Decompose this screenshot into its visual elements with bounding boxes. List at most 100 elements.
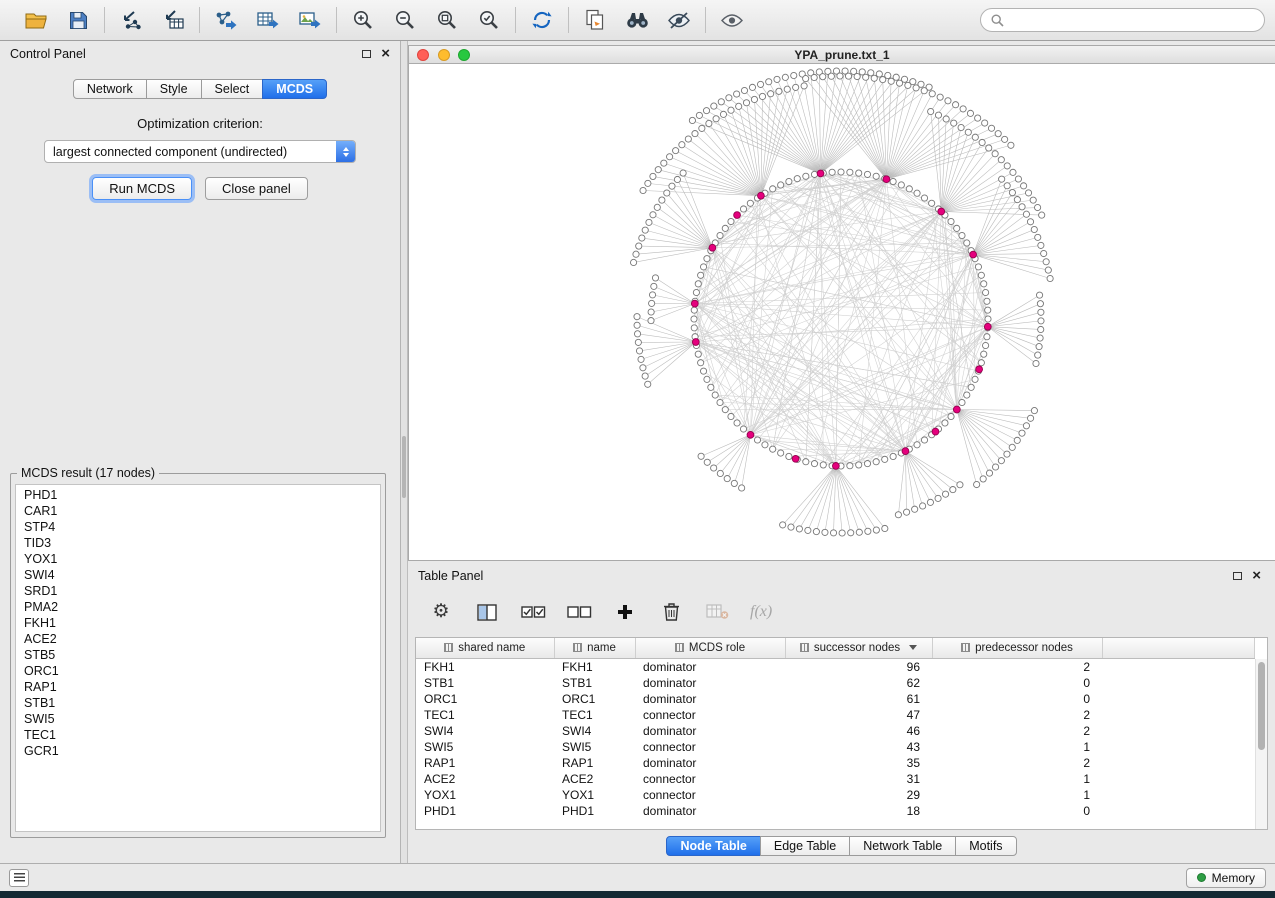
node-table-body: FKH1FKH1dominator962STB1STB1dominator620… [416,658,1255,819]
import-network-button[interactable] [117,6,145,34]
close-panel-icon[interactable]: × [381,48,390,60]
table-cell: 47 [785,707,932,723]
column-header-mcds-role[interactable]: MCDS role [635,638,785,658]
tab-network-table[interactable]: Network Table [849,836,956,856]
table-cell: dominator [635,723,785,739]
mcds-result-item[interactable]: STP4 [16,519,380,535]
network-canvas[interactable] [409,64,1275,560]
tab-node-table[interactable]: Node Table [666,836,760,856]
search-input[interactable] [1010,13,1254,27]
close-panel-icon[interactable]: × [1252,570,1261,582]
table-cell: dominator [635,803,785,819]
table-scrollbar[interactable] [1255,659,1267,829]
close-panel-button[interactable]: Close panel [205,177,308,200]
task-history-button[interactable] [9,869,29,887]
export-network-button[interactable] [212,6,240,34]
table-row[interactable]: ACE2ACE2connector311 [416,771,1255,787]
mcds-result-item[interactable]: SRD1 [16,583,380,599]
mcds-result-item[interactable]: SWI4 [16,567,380,583]
show-hide-button[interactable] [718,6,746,34]
search-icon [991,14,1004,27]
mcds-result-item[interactable]: STB5 [16,647,380,663]
column-header-name[interactable]: name [554,638,635,658]
memory-button[interactable]: Memory [1186,868,1266,888]
mcds-result-item[interactable]: CAR1 [16,503,380,519]
select-all-icon [521,605,546,619]
choose-columns-button[interactable] [474,599,500,625]
optimization-criterion-dropdown[interactable]: largest connected component (undirected) [44,140,356,163]
mcds-result-item[interactable]: TEC1 [16,727,380,743]
divider-scroll-thumb[interactable] [402,436,406,498]
main-toolbar [0,0,1275,41]
export-table-button[interactable] [254,6,282,34]
zoom-fit-button[interactable] [433,6,461,34]
eye-icon [720,12,744,29]
table-cell: 96 [785,658,932,675]
table-cell: 0 [932,803,1102,819]
mcds-result-item[interactable]: TID3 [16,535,380,551]
mcds-result-item[interactable]: ORC1 [16,663,380,679]
run-mcds-button[interactable]: Run MCDS [92,177,192,200]
sort-dropdown-icon[interactable] [909,645,917,650]
tab-style[interactable]: Style [146,79,202,99]
mcds-result-item[interactable]: SWI5 [16,711,380,727]
import-table-button[interactable] [159,6,187,34]
table-cell: TEC1 [416,707,554,723]
select-all-rows-button[interactable] [520,599,546,625]
deselect-all-rows-button[interactable] [566,599,592,625]
table-settings-button[interactable]: ⚙ [428,599,454,625]
tab-network[interactable]: Network [73,79,147,99]
mcds-result-item[interactable]: PHD1 [16,487,380,503]
table-cell: ORC1 [554,691,635,707]
open-session-button[interactable] [22,6,50,34]
table-row[interactable]: ORC1ORC1dominator610 [416,691,1255,707]
table-row[interactable]: PHD1PHD1dominator180 [416,803,1255,819]
column-icon [573,643,582,652]
zoom-selected-button[interactable] [475,6,503,34]
mcds-result-item[interactable]: YOX1 [16,551,380,567]
tab-motifs[interactable]: Motifs [955,836,1016,856]
network-graph[interactable] [409,64,1275,560]
table-row[interactable]: STB1STB1dominator620 [416,675,1255,691]
copy-document-icon [585,9,605,31]
panel-divider[interactable] [401,41,408,863]
find-button[interactable] [623,6,651,34]
function-builder-button-disabled: f(x) [750,599,772,625]
table-row[interactable]: SWI4SWI4dominator462 [416,723,1255,739]
export-image-button[interactable] [296,6,324,34]
toggle-graphics-details-button[interactable] [665,6,693,34]
fx-icon: f(x) [750,603,772,621]
mcds-result-item[interactable]: RAP1 [16,679,380,695]
mcds-result-item[interactable]: ACE2 [16,631,380,647]
table-row[interactable]: FKH1FKH1dominator962 [416,658,1255,675]
apply-layout-button[interactable] [528,6,556,34]
table-cell: SWI4 [554,723,635,739]
table-panel: Table Panel × ⚙ [408,563,1275,863]
column-header-predecessor-nodes[interactable]: predecessor nodes [932,638,1102,658]
table-cell: PHD1 [416,803,554,819]
tab-mcds[interactable]: MCDS [262,79,327,99]
zoom-in-button[interactable] [349,6,377,34]
float-panel-icon[interactable] [362,50,371,58]
column-header-shared-name[interactable]: shared name [416,638,554,658]
column-header-successor-nodes[interactable]: successor nodes [785,638,932,658]
tab-select[interactable]: Select [201,79,264,99]
add-column-button[interactable] [612,599,638,625]
table-row[interactable]: YOX1YOX1connector291 [416,787,1255,803]
clone-network-button[interactable] [581,6,609,34]
table-row[interactable]: TEC1TEC1connector472 [416,707,1255,723]
mcds-result-item[interactable]: PMA2 [16,599,380,615]
mcds-result-list[interactable]: PHD1CAR1STP4TID3YOX1SWI4SRD1PMA2FKH1ACE2… [15,484,381,832]
float-panel-icon[interactable] [1233,572,1242,580]
zoom-out-button[interactable] [391,6,419,34]
mcds-result-item[interactable]: STB1 [16,695,380,711]
tab-edge-table[interactable]: Edge Table [760,836,850,856]
delete-column-button[interactable] [658,599,684,625]
mcds-result-item[interactable]: GCR1 [16,743,380,759]
dropdown-stepper-icon [336,141,355,162]
table-row[interactable]: SWI5SWI5connector431 [416,739,1255,755]
scrollbar-thumb[interactable] [1258,662,1265,750]
mcds-result-item[interactable]: FKH1 [16,615,380,631]
save-session-button[interactable] [64,6,92,34]
table-row[interactable]: RAP1RAP1dominator352 [416,755,1255,771]
